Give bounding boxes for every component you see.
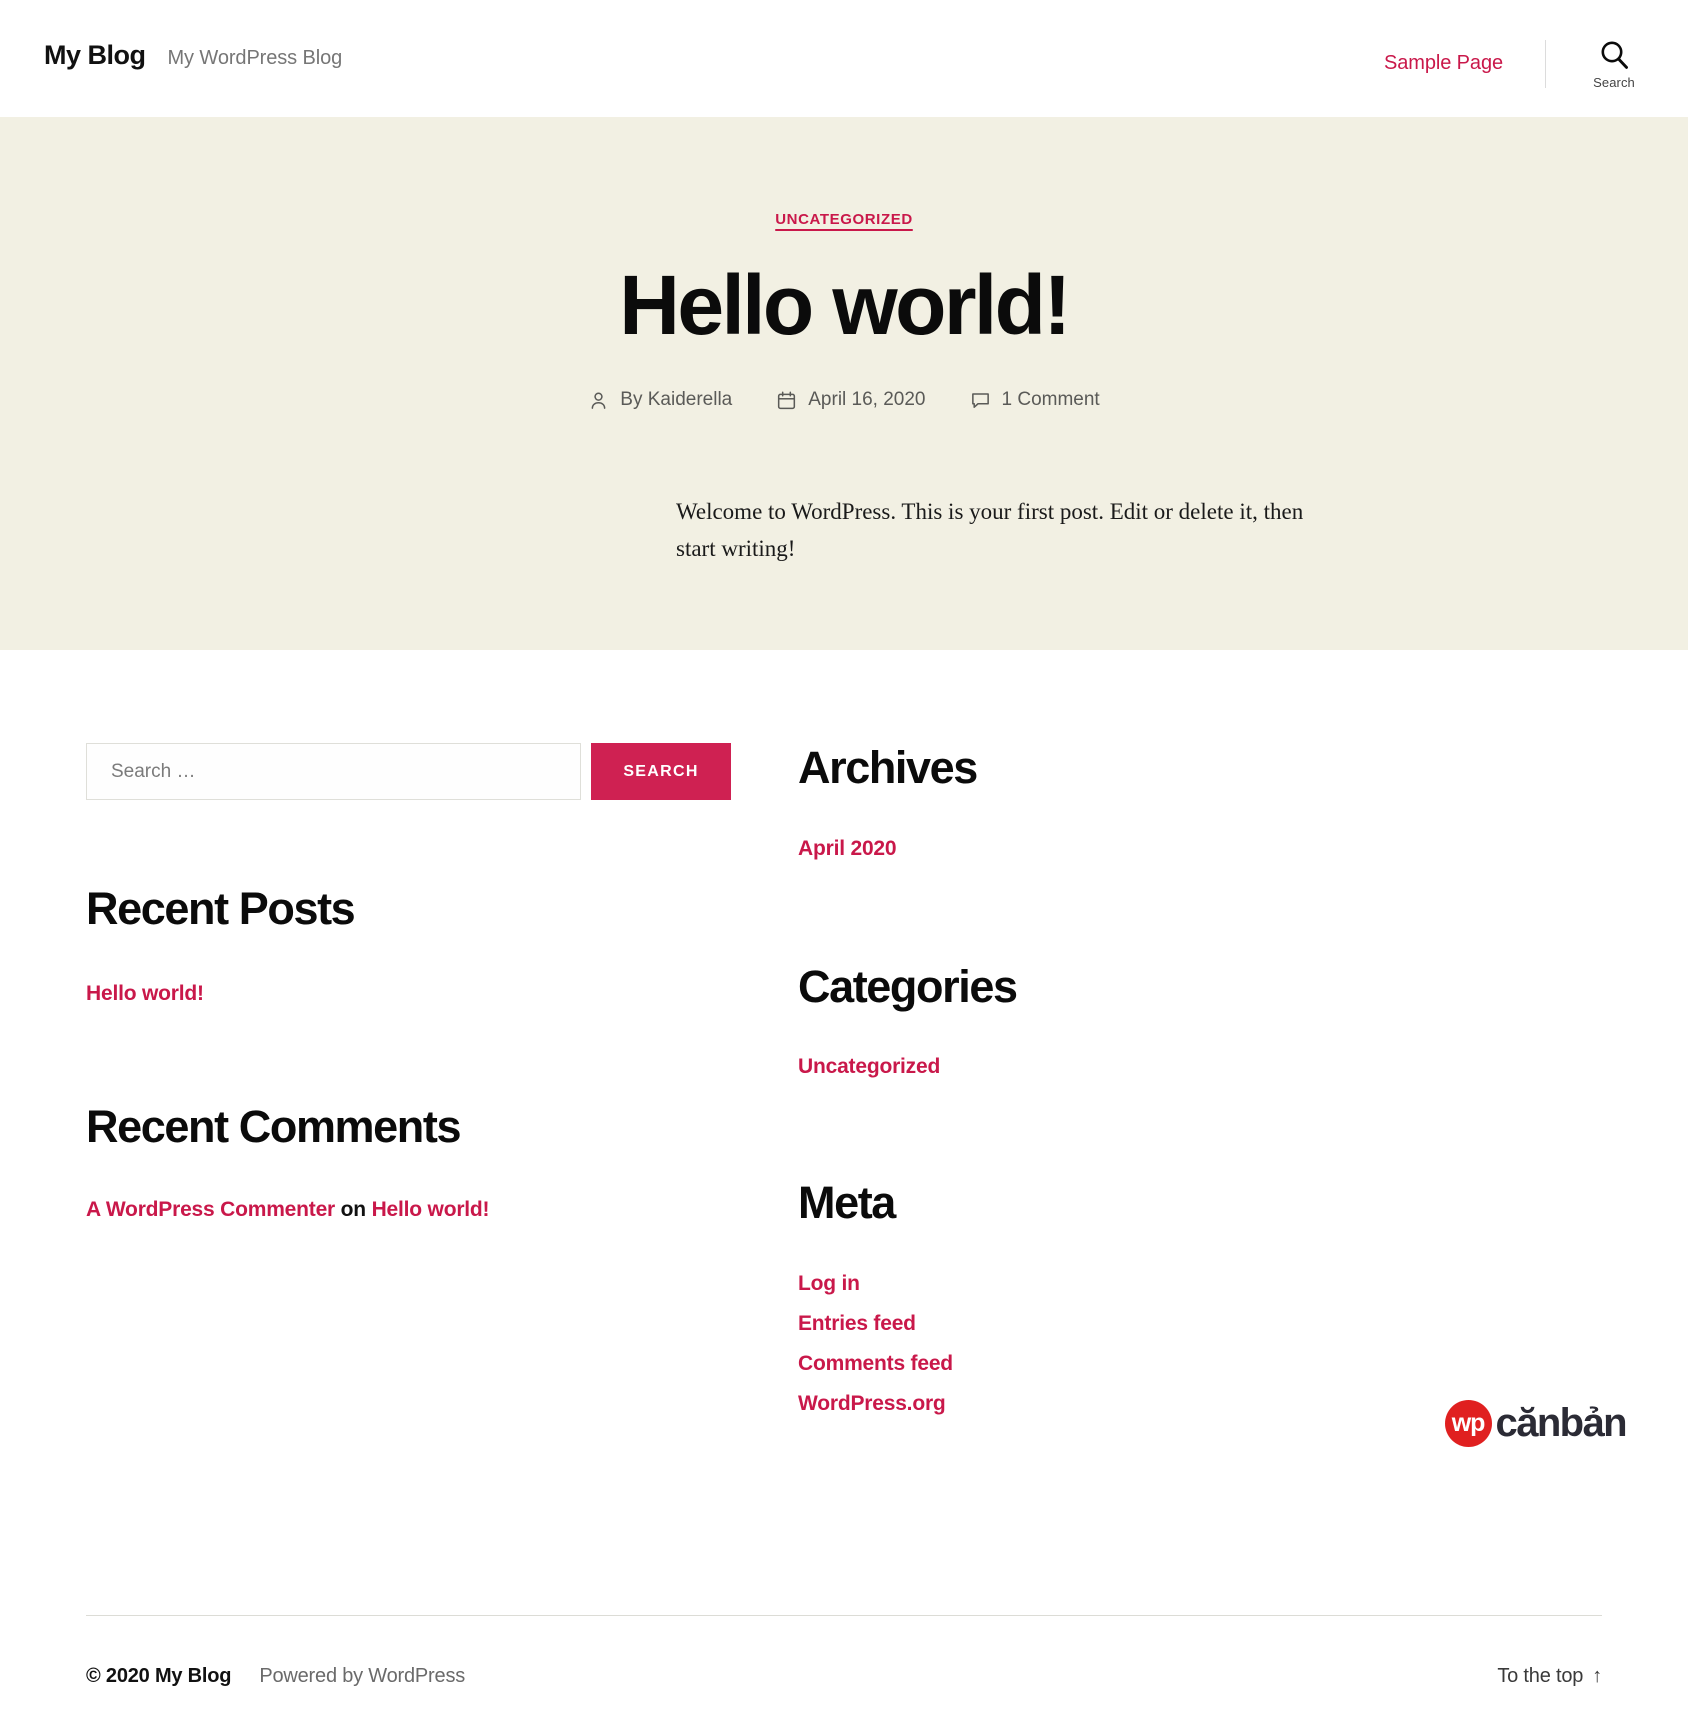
widget-meta: Meta Log in Entries feed Comments feed W… [798,1178,1488,1416]
site-title[interactable]: My Blog [44,42,146,69]
post-comment-count-text: 1 Comment [1001,389,1100,411]
search-icon [1597,38,1631,72]
widget-title-recent-comments: Recent Comments [86,1100,461,1152]
categories-list: Uncategorized [798,1055,1488,1079]
arrow-up-icon: ↑ [1592,1665,1602,1687]
archives-list: April 2020 [798,837,1488,861]
post-hero: UNCATEGORIZED Hello world! By Kaiderella [0,117,1688,650]
widget-title-archives: Archives [798,742,978,793]
recent-post-link[interactable]: Hello world! [86,982,204,1005]
comment-author-link[interactable]: A WordPress Commenter [86,1198,335,1221]
wp-badge-icon: wp [1444,1400,1492,1447]
widget-categories: Categories Uncategorized [798,960,1488,1080]
post-author-name: By Kaiderella [620,389,733,411]
list-item: April 2020 [798,837,1488,861]
widget-archives: Archives April 2020 [798,743,1488,861]
list-item: Comments feed [798,1352,1488,1376]
post-content: Welcome to WordPress. This is your first… [324,493,1364,568]
post-category-link[interactable]: UNCATEGORIZED [775,211,913,228]
list-item: Hello world! [86,982,798,1006]
list-item: Log in [798,1272,1488,1296]
post-title: Hello world! [619,258,1071,352]
meta-link-comments-feed[interactable]: Comments feed [798,1352,953,1375]
list-item: Entries feed [798,1312,1488,1336]
search-toggle-button[interactable]: Search [1584,38,1644,90]
archive-link-april-2020[interactable]: April 2020 [798,837,897,860]
post-body-paragraph: Welcome to WordPress. This is your first… [676,499,1304,562]
calendar-icon [776,390,797,411]
widget-column-right: Archives April 2020 Categories Uncategor… [798,743,1488,1416]
search-input[interactable] [86,743,581,800]
nav-divider [1545,40,1546,88]
header-navigation: Sample Page Search [1384,38,1644,90]
widget-title-recent-posts: Recent Posts [86,883,356,934]
search-toggle-label: Search [1593,75,1635,90]
meta-link-entries-feed[interactable]: Entries feed [798,1312,916,1335]
widget-title-categories: Categories [798,960,1018,1012]
to-the-top-link[interactable]: To the top ↑ [1497,1665,1602,1688]
footer-inner: © 2020 My Blog Powered by WordPress To t… [86,1616,1602,1736]
comment-connector: on [340,1198,366,1221]
search-submit-button[interactable]: SEARCH [591,743,731,800]
search-widget-form: SEARCH [86,743,731,800]
site-header: My Blog My WordPress Blog Sample Page Se… [0,0,1688,117]
widget-recent-comments: Recent Comments A WordPress Commenter on… [86,1100,798,1223]
site-branding: My Blog My WordPress Blog [44,42,342,69]
post-comment-count: 1 Comment [970,389,1100,411]
widget-area: SEARCH Recent Posts Hello world! Recent … [0,650,1688,1416]
nav-item-sample-page[interactable]: Sample Page [1384,52,1503,77]
post-author: By Kaiderella [588,389,732,411]
watermark-logo: wp cănbản [1444,1400,1628,1447]
footer-copyright: © 2020 My Blog [86,1664,232,1687]
watermark-text: cănbản [1495,1401,1628,1445]
list-item: WordPress.org [798,1392,1488,1416]
person-icon [588,390,609,411]
widget-recent-posts: Recent Posts Hello world! [86,884,798,1006]
post-date-text: April 16, 2020 [808,389,926,411]
comment-post-link[interactable]: Hello world! [372,1198,490,1221]
widget-column-left: SEARCH Recent Posts Hello world! Recent … [86,743,798,1416]
meta-link-log-in[interactable]: Log in [798,1272,860,1295]
widget-title-meta: Meta [798,1177,896,1228]
recent-comment-item: A WordPress Commenter on Hello world! [86,1198,798,1222]
list-item: Uncategorized [798,1055,1488,1079]
category-link-uncategorized[interactable]: Uncategorized [798,1055,940,1078]
meta-list: Log in Entries feed Comments feed WordPr… [798,1272,1488,1416]
post-category-wrap: UNCATEGORIZED [0,117,1688,229]
site-tagline: My WordPress Blog [167,47,343,69]
site-footer: © 2020 My Blog Powered by WordPress To t… [0,1615,1688,1736]
footer-powered-by-link[interactable]: Powered by WordPress [259,1665,465,1688]
post-date: April 16, 2020 [776,389,926,411]
meta-link-wordpress-org[interactable]: WordPress.org [798,1392,946,1415]
comment-bubble-icon [970,390,991,411]
post-meta: By Kaiderella April 16, 2020 1 Comment [0,389,1688,411]
recent-posts-list: Hello world! [86,982,798,1006]
to-the-top-label: To the top [1497,1664,1584,1687]
